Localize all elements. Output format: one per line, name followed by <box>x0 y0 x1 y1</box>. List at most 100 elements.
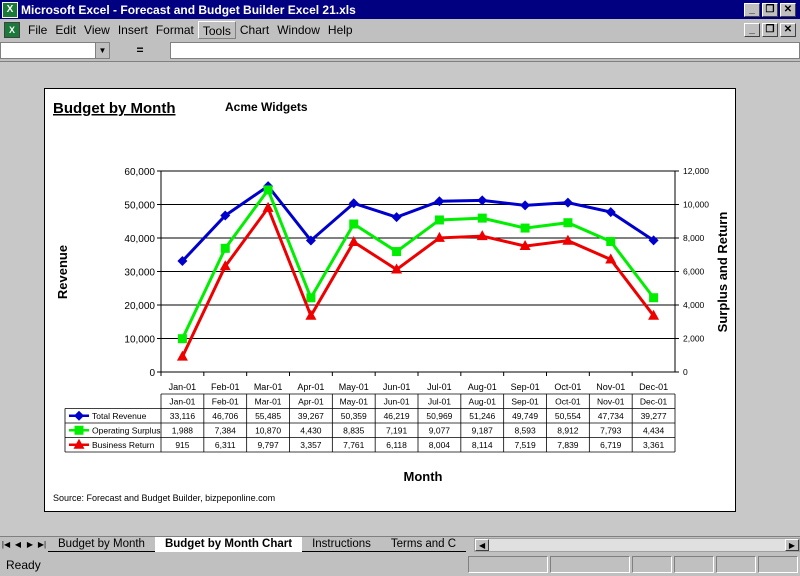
tab-terms[interactable]: Terms and C <box>380 537 467 552</box>
table-value-cell: 7,519 <box>514 440 536 450</box>
table-value-cell: 6,719 <box>600 440 622 450</box>
table-value-cell: 4,434 <box>643 425 665 435</box>
status-cell <box>632 556 672 573</box>
table-value-cell: 4,430 <box>300 425 322 435</box>
y-left-tick-label: 40,000 <box>124 234 155 245</box>
source-note: Source: Forecast and Budget Builder, biz… <box>53 493 275 503</box>
table-value-cell: 7,761 <box>343 440 365 450</box>
square-marker <box>306 293 316 303</box>
menu-insert[interactable]: Insert <box>114 21 152 39</box>
x-tick-label: Aug-01 <box>468 382 497 392</box>
square-marker <box>520 223 530 233</box>
status-text: Ready <box>6 557 41 572</box>
table-value-cell: 39,277 <box>641 411 667 421</box>
table-value-cell: 7,191 <box>386 425 408 435</box>
table-header-cell: Jun-01 <box>384 397 410 407</box>
horizontal-scrollbar[interactable]: ◀ ▶ <box>474 537 800 552</box>
y-left-tick-label: 30,000 <box>124 268 155 279</box>
legend-label: Operating Surplus <box>92 425 161 435</box>
formula-input[interactable] <box>170 41 800 59</box>
name-box[interactable]: ▼ <box>0 41 110 59</box>
x-tick-label: Nov-01 <box>596 382 625 392</box>
diamond-marker <box>391 212 402 223</box>
tab-budget-by-month[interactable]: Budget by Month <box>48 537 155 552</box>
square-marker <box>434 215 444 225</box>
diamond-marker <box>562 197 573 208</box>
square-marker <box>74 425 84 435</box>
chart-sheet: Budget by Month Acme Widgets Revenue Sur… <box>0 61 800 537</box>
table-value-cell: 8,912 <box>557 425 579 435</box>
x-tick-label: Mar-01 <box>254 382 283 392</box>
prev-sheet-button[interactable]: ◀ <box>12 538 24 552</box>
menu-chart[interactable]: Chart <box>236 21 273 39</box>
menu-tools[interactable]: Tools <box>197 21 236 39</box>
last-sheet-button[interactable]: ▶| <box>36 538 48 552</box>
menu-window[interactable]: Window <box>273 21 324 39</box>
table-header-cell: Jan-01 <box>169 397 195 407</box>
operating-surplus-line <box>181 186 655 340</box>
chart-subtitle: Acme Widgets <box>225 100 308 114</box>
status-cell <box>674 556 714 573</box>
table-header-cell: Jul-01 <box>428 397 451 407</box>
square-marker <box>220 243 230 253</box>
menu-file[interactable]: File <box>24 21 51 39</box>
table-value-cell: 51,246 <box>469 411 495 421</box>
square-marker <box>649 293 659 303</box>
doc-minimize-button[interactable]: _ <box>744 23 760 37</box>
window-title: Microsoft Excel - Forecast and Budget Bu… <box>21 2 356 17</box>
scroll-left-icon[interactable]: ◀ <box>475 538 490 551</box>
first-sheet-button[interactable]: |◀ <box>0 538 12 552</box>
table-value-cell: 55,485 <box>255 411 281 421</box>
menu-format[interactable]: Format <box>152 21 198 39</box>
square-marker <box>563 218 573 228</box>
x-axis-label: Month <box>404 469 443 484</box>
y-left-tick-label: 50,000 <box>124 201 155 212</box>
chart-title: Budget by Month <box>53 100 175 117</box>
table-value-cell: 46,706 <box>212 411 238 421</box>
x-tick-label: Dec-01 <box>639 382 668 392</box>
scroll-right-icon[interactable]: ▶ <box>785 538 799 551</box>
y-right-tick-label: 2,000 <box>683 334 705 344</box>
table-value-cell: 10,870 <box>255 425 281 435</box>
y-left-tick-label: 10,000 <box>124 335 155 346</box>
x-tick-label: Jun-01 <box>383 382 411 392</box>
menu-help[interactable]: Help <box>324 21 357 39</box>
x-tick-label: May-01 <box>339 382 369 392</box>
plot-area: 0 0 10,000 2,000 20,000 4,000 30,000 6,000 40,00… <box>124 166 709 392</box>
table-header-cell: Mar-01 <box>255 397 282 407</box>
chevron-down-icon[interactable]: ▼ <box>95 42 109 58</box>
table-value-cell: 6,118 <box>386 440 407 450</box>
minimize-button[interactable]: _ <box>744 2 760 17</box>
menu-edit[interactable]: Edit <box>51 21 80 39</box>
square-marker <box>477 213 487 223</box>
x-tick-label: Jul-01 <box>427 382 452 392</box>
table-header-cell: May-01 <box>340 397 369 407</box>
chart-area[interactable]: Budget by Month Acme Widgets Revenue Sur… <box>44 88 736 512</box>
doc-restore-button[interactable]: ❐ <box>762 23 778 37</box>
table-value-cell: 8,835 <box>343 425 365 435</box>
total-revenue-line <box>181 184 655 263</box>
y-right-tick-label: 0 <box>683 367 688 377</box>
table-header-cell: Aug-01 <box>469 397 497 407</box>
workbook-icon[interactable]: X <box>4 22 20 38</box>
menu-view[interactable]: View <box>80 21 114 39</box>
restore-button[interactable]: ❐ <box>762 2 778 17</box>
tab-instructions[interactable]: Instructions <box>302 537 381 552</box>
y-right-tick-label: 6,000 <box>683 267 705 277</box>
table-value-cell: 915 <box>175 440 189 450</box>
excel-app-icon[interactable]: X <box>2 1 18 18</box>
square-marker <box>349 219 359 229</box>
close-button[interactable]: ✕ <box>780 2 796 17</box>
square-marker <box>177 334 187 344</box>
y-left-tick-label: 60,000 <box>124 167 155 178</box>
title-bar: X Microsoft Excel - Forecast and Budget … <box>0 0 800 19</box>
table-value-cell: 7,384 <box>215 425 237 435</box>
table-header-cell: Apr-01 <box>298 397 324 407</box>
tab-budget-by-month-chart[interactable]: Budget by Month Chart <box>154 537 303 552</box>
next-sheet-button[interactable]: ▶ <box>24 538 36 552</box>
table-value-cell: 3,361 <box>643 440 665 450</box>
table-value-cell: 39,267 <box>298 411 324 421</box>
doc-close-button[interactable]: ✕ <box>780 23 796 37</box>
square-marker <box>263 185 273 195</box>
table-value-cell: 8,593 <box>514 425 536 435</box>
